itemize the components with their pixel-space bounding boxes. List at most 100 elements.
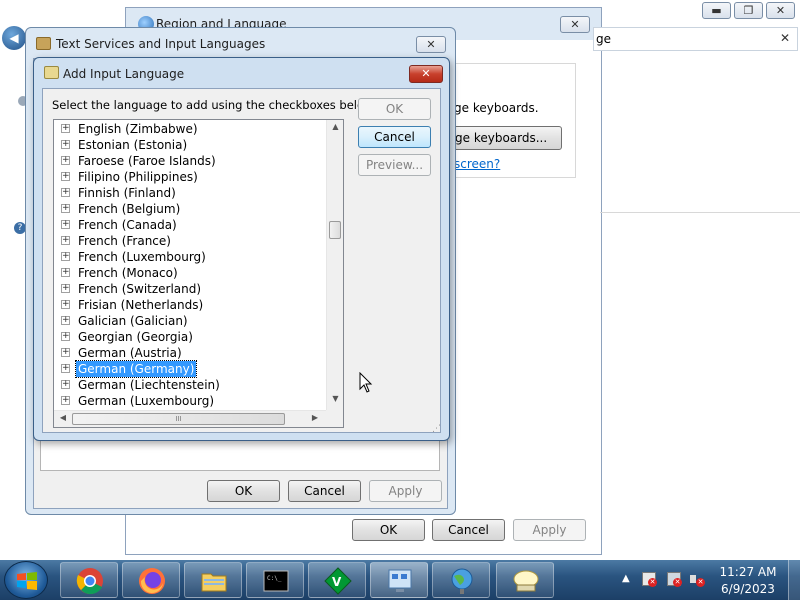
show-hidden-icons[interactable]: ▲: [622, 573, 630, 584]
screen-link[interactable]: screen?: [454, 157, 500, 171]
taskbar-network[interactable]: [432, 562, 490, 598]
keyboards-group: ge keyboards. ge keyboards... screen?: [451, 63, 576, 178]
language-tree-label: Galician (Galician): [78, 314, 188, 328]
expand-plus-icon[interactable]: +: [61, 172, 70, 181]
language-tree-item[interactable]: + Finnish (Finland): [54, 185, 324, 201]
svg-text:C:\_: C:\_: [267, 575, 282, 582]
scroll-right-icon[interactable]: ▶: [308, 413, 322, 426]
preview-button[interactable]: Preview...: [358, 154, 431, 176]
action-center-icon[interactable]: ✕: [642, 572, 657, 587]
language-tree-item[interactable]: + German (Austria): [54, 345, 324, 361]
firefox-icon: [139, 568, 165, 594]
language-tree-item[interactable]: + German (Luxembourg): [54, 393, 324, 409]
language-tree-item[interactable]: + French (France): [54, 233, 324, 249]
language-tree-item[interactable]: + German (Germany): [54, 360, 324, 378]
keyboards-text: ge keyboards.: [454, 101, 539, 115]
scroll-down-icon[interactable]: ▼: [327, 394, 343, 408]
taskbar-vim[interactable]: V: [308, 562, 366, 598]
network-status-icon[interactable]: ✕: [667, 572, 682, 587]
expand-plus-icon[interactable]: +: [61, 268, 70, 277]
folder-icon: [201, 573, 227, 592]
change-keyboards-button[interactable]: ge keyboards...: [452, 126, 562, 150]
language-tree-item[interactable]: + Galician (Galician): [54, 313, 324, 329]
language-tree[interactable]: + English (Zimbabwe) + Estonian (Estonia) + F…: [53, 119, 344, 428]
volume-muted-icon[interactable]: ✕: [690, 572, 705, 587]
region-ok-button[interactable]: OK: [352, 519, 425, 541]
region-apply-button[interactable]: Apply: [513, 519, 586, 541]
language-tree-item[interactable]: + French (Monaco): [54, 265, 324, 281]
horizontal-scroll-thumb[interactable]: III: [72, 413, 285, 425]
scroll-left-icon[interactable]: ◀: [56, 413, 70, 426]
vertical-scrollbar[interactable]: ▲ ▼: [326, 120, 343, 410]
chrome-icon: [76, 568, 103, 595]
language-tree-item[interactable]: + French (Canada): [54, 217, 324, 233]
vertical-scroll-thumb[interactable]: [329, 221, 341, 239]
taskbar-chrome[interactable]: [60, 562, 118, 598]
expand-plus-icon[interactable]: +: [61, 220, 70, 229]
language-tree-label: English (Zimbabwe): [78, 122, 198, 136]
language-tree-item[interactable]: + French (Luxembourg): [54, 249, 324, 265]
expand-plus-icon[interactable]: +: [61, 380, 70, 389]
resize-grip[interactable]: ⋰: [432, 424, 441, 434]
text-services-close-button[interactable]: ✕: [416, 36, 446, 53]
language-tree-item[interactable]: + Estonian (Estonia): [54, 137, 324, 153]
language-tree-item[interactable]: + French (Switzerland): [54, 281, 324, 297]
expand-plus-icon[interactable]: +: [61, 300, 70, 309]
language-tree-label: Georgian (Georgia): [78, 330, 193, 344]
taskbar-text-services[interactable]: [496, 562, 554, 598]
scroll-corner: [326, 410, 343, 427]
taskbar-control-panel[interactable]: [370, 562, 428, 598]
add-ok-button[interactable]: OK: [358, 98, 431, 120]
language-tree-item[interactable]: + Georgian (Georgia): [54, 329, 324, 345]
language-tree-item[interactable]: + French (Belgium): [54, 201, 324, 217]
language-tree-label: French (Belgium): [78, 202, 181, 216]
horizontal-scrollbar[interactable]: ◀ III ▶: [54, 410, 326, 427]
show-desktop-button[interactable]: [788, 560, 800, 600]
taskbar-firefox[interactable]: [122, 562, 180, 598]
language-tree-item[interactable]: + Faroese (Faroe Islands): [54, 153, 324, 169]
taskbar-cmd[interactable]: C:\_: [246, 562, 304, 598]
start-button[interactable]: [4, 561, 48, 599]
search-input[interactable]: ge ✕: [593, 27, 798, 51]
text-services-apply-button[interactable]: Apply: [369, 480, 442, 502]
expand-plus-icon[interactable]: +: [61, 156, 70, 165]
back-arrow-icon[interactable]: ◀: [2, 26, 26, 50]
expand-plus-icon[interactable]: +: [61, 252, 70, 261]
restore-button[interactable]: ❐: [734, 2, 763, 19]
language-tree-item[interactable]: + Frisian (Netherlands): [54, 297, 324, 313]
divider: [600, 212, 800, 213]
expand-plus-icon[interactable]: +: [61, 396, 70, 405]
vim-icon: V: [324, 567, 352, 595]
expand-plus-icon[interactable]: +: [61, 348, 70, 357]
language-tree-label: French (Canada): [78, 218, 177, 232]
clock-date[interactable]: 6/9/2023: [716, 582, 780, 596]
taskbar-explorer[interactable]: [184, 562, 242, 598]
language-tree-item[interactable]: + German (Liechtenstein): [54, 377, 324, 393]
language-tree-item[interactable]: + Filipino (Philippines): [54, 169, 324, 185]
language-tree-label: Faroese (Faroe Islands): [78, 154, 216, 168]
expand-plus-icon[interactable]: +: [61, 284, 70, 293]
outer-close-button[interactable]: ✕: [766, 2, 795, 19]
expand-plus-icon[interactable]: +: [61, 140, 70, 149]
windows-logo-icon: [17, 572, 37, 590]
expand-plus-icon[interactable]: +: [61, 316, 70, 325]
minimize-button[interactable]: ▬: [702, 2, 731, 19]
clock-time[interactable]: 11:27 AM: [716, 565, 780, 579]
scroll-up-icon[interactable]: ▲: [327, 122, 343, 136]
svg-text:V: V: [332, 575, 342, 589]
expand-plus-icon[interactable]: +: [61, 204, 70, 213]
command-prompt-icon: C:\_: [263, 570, 289, 592]
text-services-cancel-button[interactable]: Cancel: [288, 480, 361, 502]
expand-plus-icon[interactable]: +: [61, 124, 70, 133]
expand-plus-icon[interactable]: +: [61, 332, 70, 341]
language-tree-item[interactable]: + English (Zimbabwe): [54, 121, 324, 137]
expand-plus-icon[interactable]: +: [61, 188, 70, 197]
add-dialog-close-button[interactable]: ✕: [409, 65, 443, 83]
region-cancel-button[interactable]: Cancel: [432, 519, 505, 541]
expand-plus-icon[interactable]: +: [61, 364, 70, 373]
mouse-cursor-icon: [359, 372, 373, 393]
clear-search-icon[interactable]: ✕: [780, 31, 790, 45]
text-services-ok-button[interactable]: OK: [207, 480, 280, 502]
expand-plus-icon[interactable]: +: [61, 236, 70, 245]
add-cancel-button[interactable]: Cancel: [358, 126, 431, 148]
